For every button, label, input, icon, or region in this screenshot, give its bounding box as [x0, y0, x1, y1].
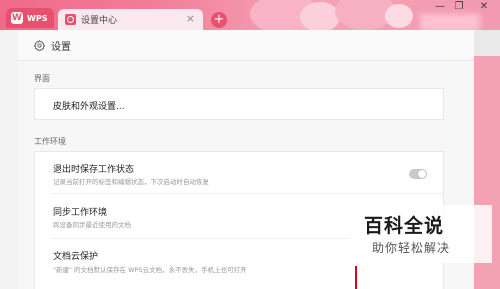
cloud-protect-desc: "新建" 的文档默认保存在 WPS云文档，永不丢失，手机上也可打开 — [53, 266, 247, 274]
page-header: 设置 — [18, 30, 474, 61]
watermark-overlay: 百科全说 助你轻松解决 — [350, 205, 492, 263]
title-bar: W WPS 设置中心 × + — ❐ ✕ — [0, 0, 500, 30]
tab-wps-label: WPS — [27, 13, 48, 23]
section-label-work-env: 工作环境 — [34, 137, 66, 146]
tab-settings-title: 设置中心 — [81, 16, 118, 26]
close-window-button[interactable]: ✕ — [476, 0, 492, 14]
new-tab-button[interactable]: + — [211, 12, 227, 28]
right-background-strip-top — [474, 30, 500, 56]
decor-blob — [300, 2, 340, 30]
skin-appearance-row[interactable]: 皮肤和外观设置... — [34, 88, 444, 120]
decor-blob — [385, 4, 413, 28]
gear-icon — [34, 39, 45, 51]
tab-close-icon[interactable]: × — [186, 12, 195, 25]
blurred-area — [420, 14, 480, 30]
save-state-title: 退出时保存工作状态 — [53, 165, 135, 175]
maximize-button[interactable]: ❐ — [451, 0, 467, 14]
page-title: 设置 — [51, 41, 71, 53]
save-state-toggle[interactable] — [409, 169, 427, 179]
tab-wps-home[interactable]: W WPS — [6, 8, 54, 28]
cloud-protect-title: 文档云保护 — [53, 252, 99, 262]
wps-logo-icon: W — [11, 12, 23, 24]
skin-appearance-label: 皮肤和外观设置... — [53, 102, 125, 112]
save-state-desc: 记录当前打开的标签和编辑状态，下次启动时自动恢复 — [53, 178, 209, 186]
minimize-button[interactable]: — — [432, 0, 448, 14]
sync-env-desc: 跨设备同步最近使用的文档 — [53, 221, 131, 229]
section-label-interface: 界面 — [34, 74, 50, 83]
row-divider — [51, 193, 443, 194]
sync-env-title: 同步工作环境 — [53, 208, 108, 218]
red-annotation-line — [355, 266, 357, 289]
watermark-subtitle: 助你轻松解决 — [372, 241, 451, 255]
settings-tab-icon — [65, 14, 76, 25]
tab-settings-center[interactable]: 设置中心 × — [58, 9, 203, 30]
watermark-title: 百科全说 — [364, 215, 445, 237]
